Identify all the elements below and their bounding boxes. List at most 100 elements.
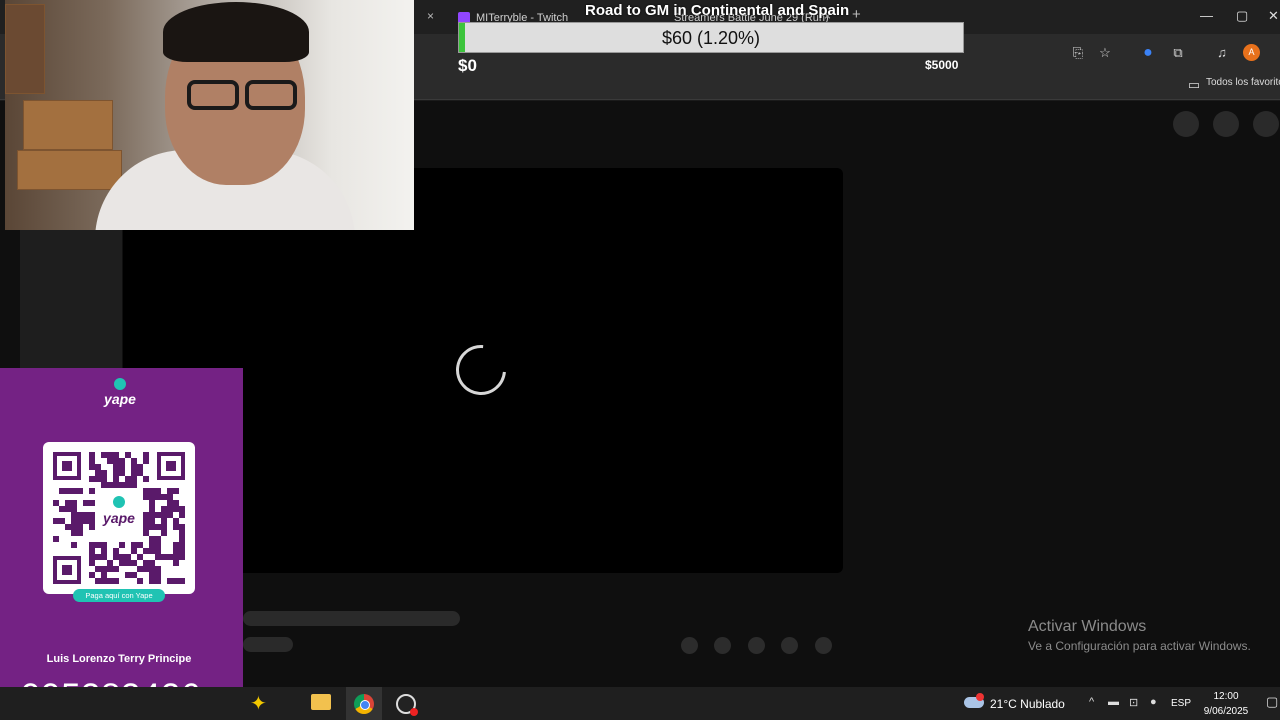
qr-module xyxy=(143,476,149,482)
carousel-dot[interactable] xyxy=(714,637,731,654)
qr-module xyxy=(107,458,113,464)
qr-module xyxy=(143,548,149,554)
qr-module xyxy=(89,488,95,494)
minimize-icon[interactable]: — xyxy=(1200,8,1213,23)
clock-date: 9/06/2025 xyxy=(1203,706,1249,717)
qr-module xyxy=(89,458,95,464)
media-control-icon[interactable]: ♫ xyxy=(1214,45,1230,61)
qr-module xyxy=(143,452,149,458)
qr-module xyxy=(179,536,185,542)
qr-module xyxy=(131,482,137,488)
chevron-up-icon[interactable]: ^ xyxy=(1089,696,1094,708)
qr-module xyxy=(149,566,155,572)
cast-icon[interactable]: ⎘ xyxy=(1070,45,1086,61)
qr-module xyxy=(143,524,149,530)
qr-module xyxy=(113,452,119,458)
file-explorer-icon[interactable] xyxy=(311,694,331,710)
bookmarks-all-label[interactable]: Todos los favoritos xyxy=(1206,77,1280,88)
copilot-sparkle-icon[interactable]: ✦ xyxy=(250,691,267,716)
qr-module xyxy=(143,458,149,464)
yape-logo-text: yape xyxy=(104,391,136,407)
yape-bubble-icon xyxy=(114,378,126,390)
qr-module xyxy=(179,524,185,530)
qr-module xyxy=(89,518,95,524)
yape-payment-panel: yape yape Paga aquí con Yape Luis Lorenz… xyxy=(0,368,243,720)
qr-module xyxy=(149,542,155,548)
circle-button[interactable] xyxy=(1253,111,1279,137)
qr-module xyxy=(173,488,179,494)
qr-module xyxy=(119,458,125,464)
obs-icon[interactable] xyxy=(396,694,418,716)
qr-module xyxy=(95,542,101,548)
qr-module xyxy=(137,554,143,560)
battery-icon[interactable]: ▬ xyxy=(1108,696,1119,708)
close-tab-icon[interactable]: × xyxy=(427,9,434,23)
qr-module xyxy=(149,572,155,578)
qr-module xyxy=(143,560,149,566)
qr-module xyxy=(131,560,137,566)
qr-module xyxy=(65,500,71,506)
qr-module xyxy=(149,500,155,506)
qr-module xyxy=(131,458,137,464)
chrome-icon[interactable] xyxy=(354,694,374,714)
network-icon[interactable]: ⊡ xyxy=(1129,696,1138,709)
new-tab-button[interactable]: + xyxy=(852,6,861,23)
webcam-feed xyxy=(5,0,414,230)
yape-logo: yape xyxy=(100,378,140,414)
qr-module xyxy=(113,554,119,560)
close-window-icon[interactable]: ✕ xyxy=(1268,8,1279,24)
qr-module xyxy=(83,500,89,506)
qr-module xyxy=(59,488,65,494)
qr-module xyxy=(71,512,77,518)
qr-module xyxy=(107,578,113,584)
profile-avatar[interactable]: A xyxy=(1243,44,1260,61)
qr-module xyxy=(179,530,185,536)
microphone-icon[interactable]: ● xyxy=(1150,696,1157,708)
donation-goal-title: Road to GM in Continental and Spain xyxy=(585,2,850,19)
extensions-icon[interactable]: ⧉ xyxy=(1170,45,1186,61)
carousel-dot[interactable] xyxy=(815,637,832,654)
taskbar xyxy=(0,687,1280,720)
carousel-dot[interactable] xyxy=(781,637,798,654)
qr-finder xyxy=(157,452,185,480)
qr-module xyxy=(71,506,77,512)
activation-watermark-title: Activar Windows xyxy=(1028,618,1147,635)
qr-module xyxy=(113,476,119,482)
qr-finder xyxy=(53,556,81,584)
qr-module xyxy=(179,548,185,554)
qr-module xyxy=(143,518,149,524)
qr-module xyxy=(155,566,161,572)
qr-module xyxy=(71,518,77,524)
bookmark-star-icon[interactable]: ☆ xyxy=(1097,45,1113,61)
qr-module xyxy=(53,518,59,524)
qr-module xyxy=(173,548,179,554)
language-indicator[interactable]: ESP xyxy=(1171,698,1191,709)
qr-module xyxy=(149,512,155,518)
circle-button[interactable] xyxy=(1213,111,1239,137)
qr-module xyxy=(155,488,161,494)
maximize-icon[interactable]: ▢ xyxy=(1236,8,1248,24)
qr-code-card: yape xyxy=(43,442,195,594)
carousel-dot[interactable] xyxy=(681,637,698,654)
weather-text[interactable]: 21°C Nublado xyxy=(990,697,1065,711)
qr-module xyxy=(119,464,125,470)
qr-module xyxy=(173,506,179,512)
qr-module xyxy=(95,470,101,476)
taskbar-clock[interactable]: 12:00 9/06/2025 xyxy=(1196,689,1256,719)
qr-module xyxy=(173,518,179,524)
qr-module xyxy=(71,488,77,494)
extension-blue-icon[interactable]: ● xyxy=(1140,45,1156,61)
notification-icon[interactable]: ▢ xyxy=(1266,694,1278,710)
qr-module xyxy=(89,572,95,578)
yape-recipient-name: Luis Lorenzo Terry Principe xyxy=(46,653,192,665)
circle-button[interactable] xyxy=(1173,111,1199,137)
qr-module xyxy=(77,530,83,536)
qr-module xyxy=(101,572,107,578)
qr-module xyxy=(107,566,113,572)
qr-module xyxy=(173,560,179,566)
qr-module xyxy=(173,500,179,506)
carousel-dot[interactable] xyxy=(748,637,765,654)
qr-module xyxy=(155,578,161,584)
qr-module xyxy=(101,476,107,482)
qr-module xyxy=(167,506,173,512)
